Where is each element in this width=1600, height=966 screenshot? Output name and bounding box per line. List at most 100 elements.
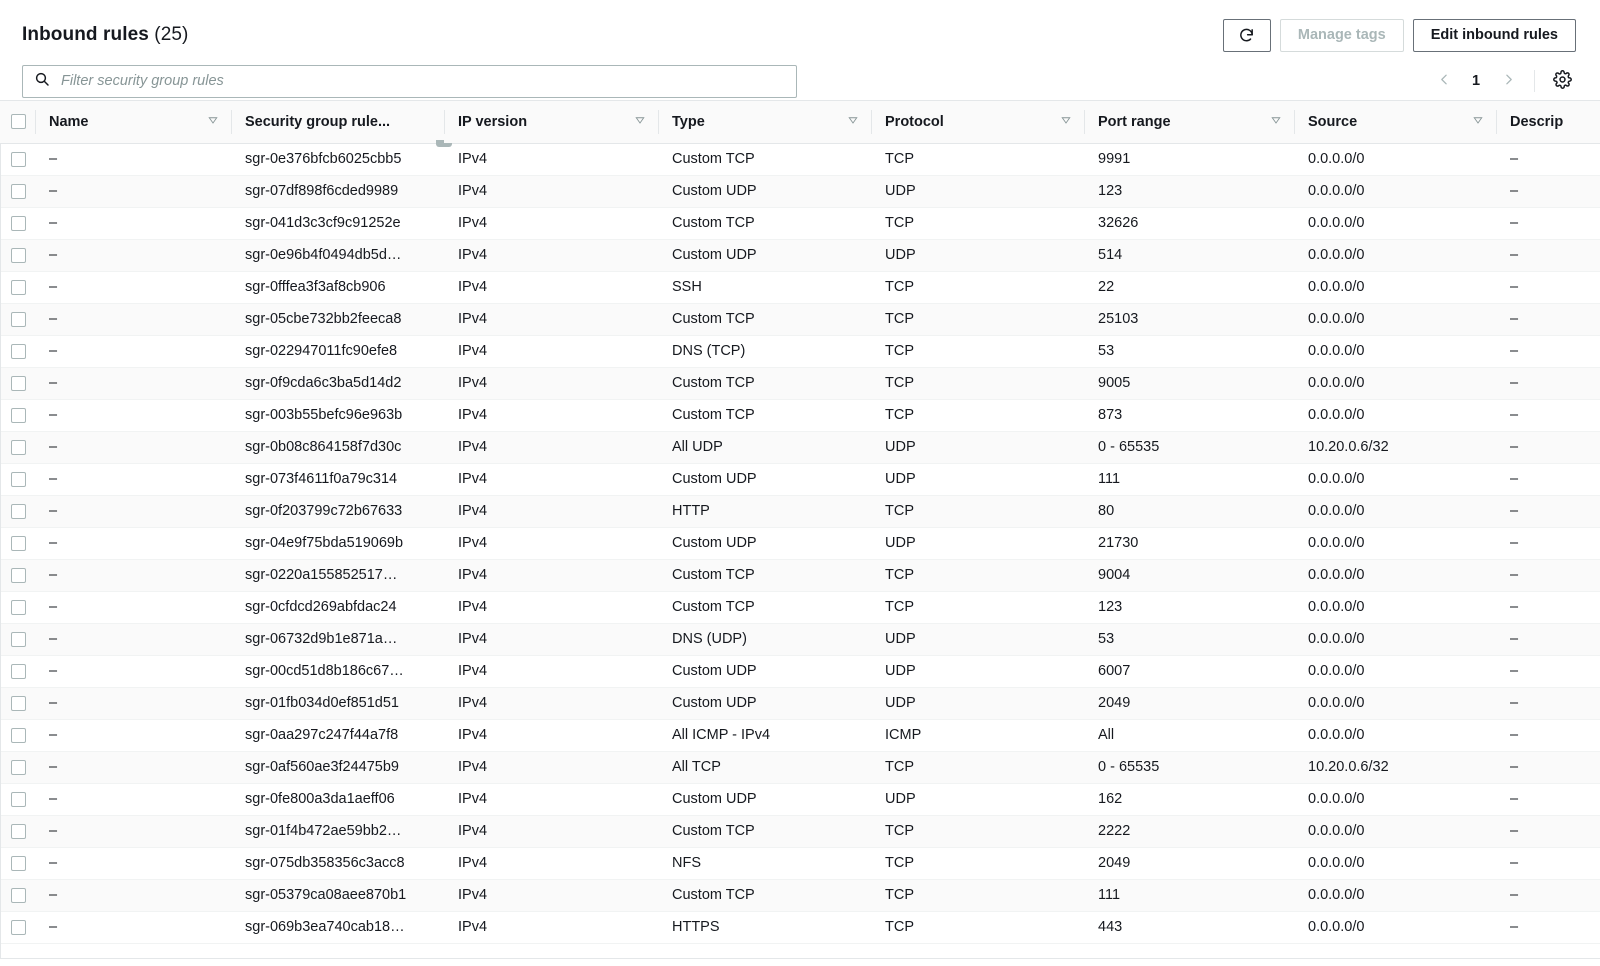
table-row[interactable]: –sgr-0f9cda6c3ba5d14d2IPv4Custom TCPTCP9…	[0, 367, 1600, 399]
row-select-checkbox[interactable]	[11, 568, 26, 583]
search-box[interactable]	[22, 65, 797, 98]
table-row[interactable]: –sgr-0220a155852517…IPv4Custom TCPTCP900…	[0, 559, 1600, 591]
row-select-cell[interactable]	[0, 847, 35, 879]
row-select-cell[interactable]	[0, 463, 35, 495]
table-row[interactable]: –sgr-022947011fc90efe8IPv4DNS (TCP)TCP53…	[0, 335, 1600, 367]
row-select-cell[interactable]	[0, 239, 35, 271]
table-row[interactable]: –sgr-0aa297c247f44a7f8IPv4All ICMP - IPv…	[0, 719, 1600, 751]
row-select-checkbox[interactable]	[11, 152, 26, 167]
table-row[interactable]: –sgr-04e9f75bda519069bIPv4Custom UDPUDP2…	[0, 527, 1600, 559]
table-row[interactable]: –sgr-0fffea3f3af8cb906IPv4SSHTCP220.0.0.…	[0, 271, 1600, 303]
row-select-checkbox[interactable]	[11, 184, 26, 199]
row-select-cell[interactable]	[0, 495, 35, 527]
row-select-cell[interactable]	[0, 527, 35, 559]
table-row[interactable]: –sgr-0b08c864158f7d30cIPv4All UDPUDP0 - …	[0, 431, 1600, 463]
row-select-checkbox[interactable]	[11, 824, 26, 839]
row-select-cell[interactable]	[0, 911, 35, 943]
column-header-ip-version[interactable]: IP version	[444, 101, 658, 143]
row-select-checkbox[interactable]	[11, 472, 26, 487]
row-select-checkbox[interactable]	[11, 344, 26, 359]
row-select-checkbox[interactable]	[11, 536, 26, 551]
row-select-checkbox[interactable]	[11, 504, 26, 519]
row-select-cell[interactable]	[0, 335, 35, 367]
row-select-cell[interactable]	[0, 175, 35, 207]
row-select-checkbox[interactable]	[11, 920, 26, 935]
row-select-cell[interactable]	[0, 271, 35, 303]
select-all-checkbox[interactable]	[11, 114, 26, 129]
table-row[interactable]: –sgr-05379ca08aee870b1IPv4Custom TCPTCP1…	[0, 879, 1600, 911]
row-select-checkbox[interactable]	[11, 792, 26, 807]
row-select-checkbox[interactable]	[11, 760, 26, 775]
row-select-checkbox[interactable]	[11, 664, 26, 679]
row-select-checkbox[interactable]	[11, 856, 26, 871]
row-select-checkbox[interactable]	[11, 312, 26, 327]
row-select-cell[interactable]	[0, 719, 35, 751]
row-select-cell[interactable]	[0, 559, 35, 591]
row-select-checkbox[interactable]	[11, 280, 26, 295]
sort-icon[interactable]	[1472, 114, 1484, 130]
edit-inbound-rules-button[interactable]: Edit inbound rules	[1413, 19, 1576, 52]
column-header-description[interactable]: Descrip	[1496, 101, 1600, 143]
row-select-cell[interactable]	[0, 783, 35, 815]
refresh-button[interactable]	[1223, 19, 1271, 52]
row-select-cell[interactable]	[0, 879, 35, 911]
column-header-source[interactable]: Source	[1294, 101, 1496, 143]
prev-page-button[interactable]	[1429, 66, 1459, 96]
row-select-checkbox[interactable]	[11, 728, 26, 743]
table-preferences-button[interactable]	[1548, 67, 1576, 95]
next-page-button[interactable]	[1493, 66, 1523, 96]
table-row[interactable]: –sgr-0e96b4f0494db5d…IPv4Custom UDPUDP51…	[0, 239, 1600, 271]
column-header-type[interactable]: Type	[658, 101, 871, 143]
row-select-cell[interactable]	[0, 431, 35, 463]
row-select-checkbox[interactable]	[11, 408, 26, 423]
table-row[interactable]: –sgr-01fb034d0ef851d51IPv4Custom UDPUDP2…	[0, 687, 1600, 719]
table-row[interactable]: –sgr-01f4b472ae59bb2…IPv4Custom TCPTCP22…	[0, 815, 1600, 847]
table-row[interactable]: –sgr-07df898f6cded9989IPv4Custom UDPUDP1…	[0, 175, 1600, 207]
row-select-cell[interactable]	[0, 367, 35, 399]
table-row[interactable]: –sgr-0e376bfcb6025cbb5IPv4Custom TCPTCP9…	[0, 143, 1600, 175]
row-select-checkbox[interactable]	[11, 216, 26, 231]
column-header-port-range[interactable]: Port range	[1084, 101, 1294, 143]
table-row[interactable]: –sgr-041d3c3cf9c91252eIPv4Custom TCPTCP3…	[0, 207, 1600, 239]
row-select-checkbox[interactable]	[11, 248, 26, 263]
row-select-cell[interactable]	[0, 399, 35, 431]
row-select-cell[interactable]	[0, 687, 35, 719]
table-row[interactable]: –sgr-075db358356c3acc8IPv4NFSTCP20490.0.…	[0, 847, 1600, 879]
column-header-name[interactable]: Name	[35, 101, 231, 143]
row-select-cell[interactable]	[0, 655, 35, 687]
table-row[interactable]: –sgr-00cd51d8b186c67…IPv4Custom UDPUDP60…	[0, 655, 1600, 687]
manage-tags-button[interactable]: Manage tags	[1280, 19, 1404, 52]
row-select-cell[interactable]	[0, 207, 35, 239]
table-row[interactable]: –sgr-0af560ae3f24475b9IPv4All TCPTCP0 - …	[0, 751, 1600, 783]
row-select-checkbox[interactable]	[11, 376, 26, 391]
table-row[interactable]: –sgr-05cbe732bb2feeca8IPv4Custom TCPTCP2…	[0, 303, 1600, 335]
table-row[interactable]: –sgr-0fe800a3da1aeff06IPv4Custom UDPUDP1…	[0, 783, 1600, 815]
row-select-cell[interactable]	[0, 623, 35, 655]
row-select-checkbox[interactable]	[11, 888, 26, 903]
row-select-cell[interactable]	[0, 303, 35, 335]
row-select-cell[interactable]	[0, 591, 35, 623]
table-row[interactable]: –sgr-003b55befc96e963bIPv4Custom TCPTCP8…	[0, 399, 1600, 431]
row-select-checkbox[interactable]	[11, 696, 26, 711]
row-select-checkbox[interactable]	[11, 440, 26, 455]
sort-icon[interactable]	[634, 114, 646, 130]
table-row[interactable]: –sgr-069b3ea740cab18…IPv4HTTPSTCP4430.0.…	[0, 911, 1600, 943]
row-select-cell[interactable]	[0, 815, 35, 847]
sort-icon[interactable]	[207, 114, 219, 130]
row-select-cell[interactable]	[0, 751, 35, 783]
column-header-rule-id[interactable]: Security group rule...	[231, 101, 444, 143]
row-select-cell[interactable]	[0, 143, 35, 175]
page-number[interactable]: 1	[1463, 66, 1489, 96]
sort-icon[interactable]	[847, 114, 859, 130]
column-header-protocol[interactable]: Protocol	[871, 101, 1084, 143]
table-row[interactable]: –sgr-0f203799c72b67633IPv4HTTPTCP800.0.0…	[0, 495, 1600, 527]
select-all-header[interactable]	[0, 101, 35, 143]
sort-icon[interactable]	[1060, 114, 1072, 130]
sort-icon[interactable]	[1270, 114, 1282, 130]
table-row[interactable]: –sgr-073f4611f0a79c314IPv4Custom UDPUDP1…	[0, 463, 1600, 495]
table-row[interactable]: –sgr-0cfdcd269abfdac24IPv4Custom TCPTCP1…	[0, 591, 1600, 623]
table-row[interactable]: –sgr-06732d9b1e871a…IPv4DNS (UDP)UDP530.…	[0, 623, 1600, 655]
search-input[interactable]	[59, 66, 796, 97]
row-select-checkbox[interactable]	[11, 600, 26, 615]
row-select-checkbox[interactable]	[11, 632, 26, 647]
